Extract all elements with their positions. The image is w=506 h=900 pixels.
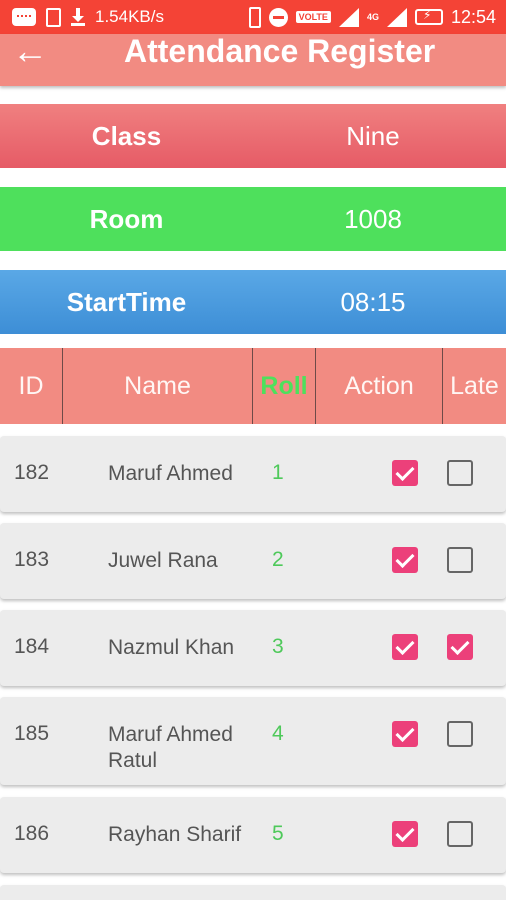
present-checkbox[interactable] <box>392 547 418 573</box>
header-action: Action <box>316 348 443 424</box>
battery-charging-icon <box>414 8 443 25</box>
class-bar: Class Nine <box>0 104 506 168</box>
signal-icon-2 <box>386 7 407 27</box>
download-icon <box>71 8 85 26</box>
student-id: 183 <box>14 548 50 571</box>
student-name: Maruf Ahmed Ratul <box>108 723 233 772</box>
table-header: ID Name Roll Action Late <box>0 348 506 424</box>
network-speed: 1.54KB/s <box>95 7 164 26</box>
room-bar: Room 1008 <box>0 187 506 251</box>
app-toolbar: ← Attendance Register <box>0 31 506 86</box>
student-roll: 4 <box>272 722 284 745</box>
header-id: ID <box>0 348 63 424</box>
room-value: 1008 <box>344 203 402 234</box>
late-checkbox[interactable] <box>447 821 473 847</box>
student-name: Nazmul Khan <box>108 636 235 659</box>
late-checkbox[interactable] <box>447 634 473 660</box>
student-roll: 2 <box>272 548 284 571</box>
student-id: 184 <box>14 635 50 658</box>
header-late: Late <box>450 371 499 400</box>
present-checkbox[interactable] <box>392 460 418 486</box>
student-name: Rayhan Sharif <box>108 823 242 846</box>
student-roll: 1 <box>272 461 284 484</box>
table-row-partial <box>0 885 506 900</box>
class-label: Class <box>91 120 162 151</box>
page-title: Attendance Register <box>124 33 436 69</box>
class-value: Nine <box>346 120 400 151</box>
student-name: Maruf Ahmed <box>108 462 233 485</box>
late-checkbox[interactable] <box>447 547 473 573</box>
student-roll: 3 <box>272 635 284 658</box>
student-id: 185 <box>14 722 50 745</box>
student-id: 186 <box>14 822 50 845</box>
volte-icon: VOLTE <box>295 11 331 23</box>
network-type: 4G <box>366 11 379 22</box>
student-id: 182 <box>14 461 50 484</box>
present-checkbox[interactable] <box>392 634 418 660</box>
vibrate-icon <box>248 6 261 28</box>
clock: 12:54 <box>450 6 496 27</box>
header-name: Name <box>63 348 253 424</box>
start-time-value: 08:15 <box>340 286 406 317</box>
table-row: 185 Maruf Ahmed Ratul 4 <box>0 697 506 785</box>
present-checkbox[interactable] <box>392 821 418 847</box>
student-roll: 5 <box>272 822 284 845</box>
table-row: 182 Maruf Ahmed 1 <box>0 436 506 512</box>
table-row: 183 Juwel Rana 2 <box>0 523 506 599</box>
do-not-disturb-icon <box>268 7 288 27</box>
arrow-left-icon[interactable]: ← <box>12 31 48 71</box>
room-label: Room <box>89 203 164 234</box>
late-checkbox[interactable] <box>447 460 473 486</box>
start-time-label: StartTime <box>66 286 187 317</box>
document-notification-icon <box>46 7 61 27</box>
message-notification-icon <box>12 8 36 26</box>
student-name: Juwel Rana <box>108 549 218 572</box>
table-row: 184 Nazmul Khan 3 <box>0 610 506 686</box>
status-bar: 1.54KB/s VOLTE 4G 12:54 <box>0 0 506 34</box>
signal-icon <box>338 7 359 27</box>
late-checkbox[interactable] <box>447 721 473 747</box>
start-time-bar: StartTime 08:15 <box>0 270 506 334</box>
present-checkbox[interactable] <box>392 721 418 747</box>
table-row: 186 Rayhan Sharif 5 <box>0 797 506 873</box>
header-roll: Roll <box>253 348 316 424</box>
